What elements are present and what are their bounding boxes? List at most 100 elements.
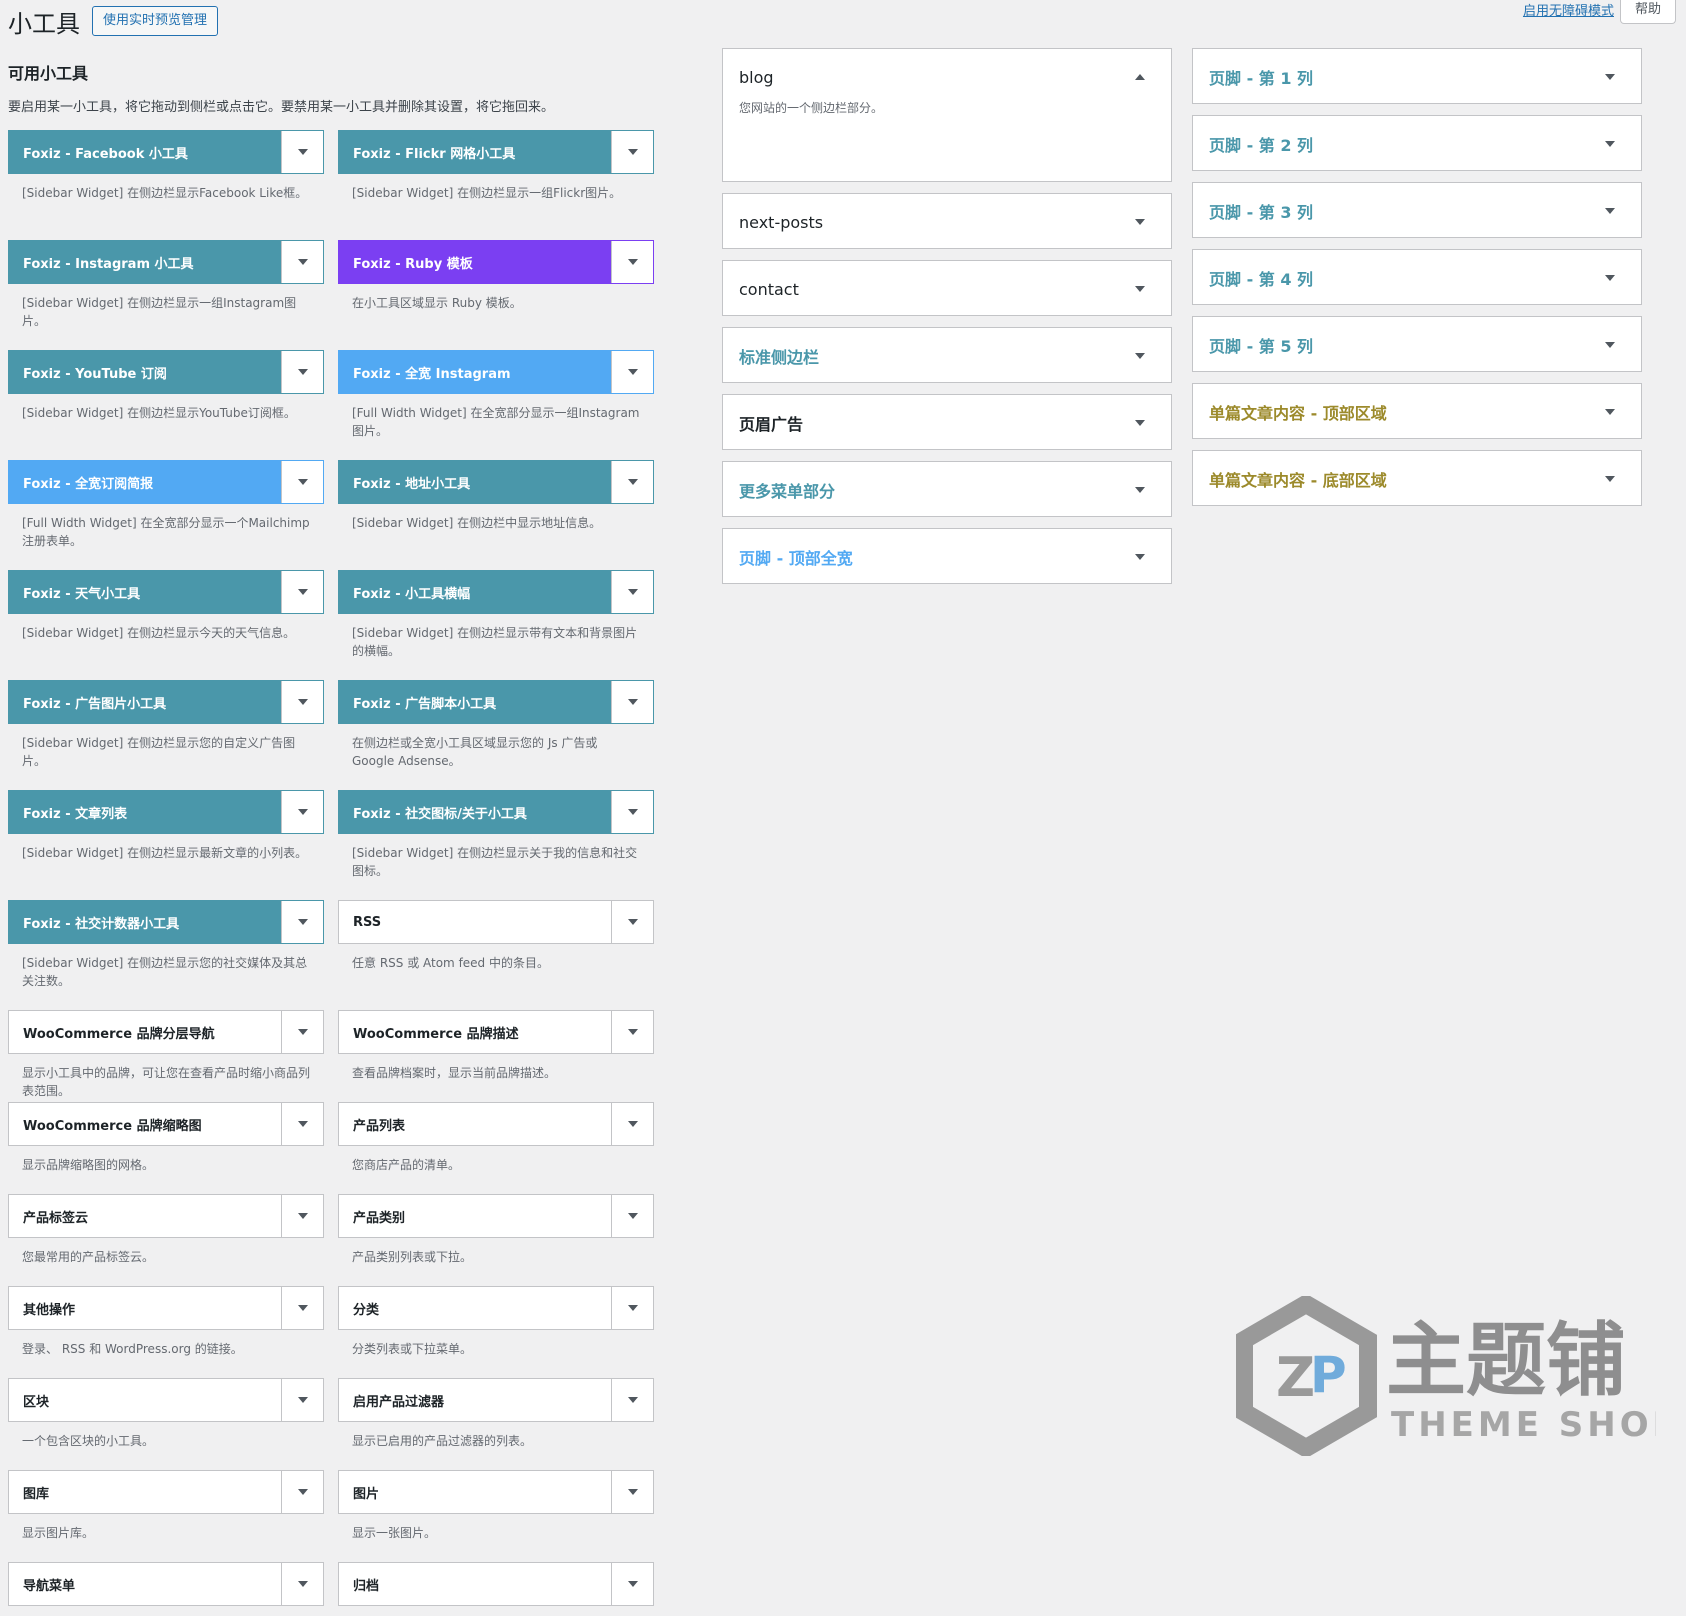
sidebar-header[interactable]: 页脚 - 第 5 列 xyxy=(1193,317,1641,373)
widget-title-bar[interactable]: Foxiz - 社交图标/关于小工具 xyxy=(338,790,654,834)
widget-title-bar[interactable]: 图片 xyxy=(338,1470,654,1514)
sidebar-header[interactable]: 页脚 - 第 4 列 xyxy=(1193,250,1641,306)
widget-item[interactable]: 图库 显示图片库。 xyxy=(8,1470,324,1542)
widget-title-bar[interactable]: WooCommerce 品牌描述 xyxy=(338,1010,654,1054)
widget-title-bar[interactable]: 产品类别 xyxy=(338,1194,654,1238)
widget-toggle-button[interactable] xyxy=(281,791,323,833)
widget-toggle-button[interactable] xyxy=(611,351,653,393)
widget-item[interactable]: RSS 任意 RSS 或 Atom feed 中的条目。 xyxy=(338,900,654,972)
sidebar-header[interactable]: 单篇文章内容 - 顶部区域 xyxy=(1193,384,1641,440)
sidebar-area[interactable]: 页脚 - 第 2 列 xyxy=(1192,115,1642,171)
widget-toggle-button[interactable] xyxy=(611,791,653,833)
widget-item[interactable]: 启用产品过滤器 显示已启用的产品过滤器的列表。 xyxy=(338,1378,654,1450)
widget-item[interactable]: 区块 一个包含区块的小工具。 xyxy=(8,1378,324,1450)
widget-item[interactable]: Foxiz - Instagram 小工具 [Sidebar Widget] 在侧… xyxy=(8,240,324,330)
sidebar-header[interactable]: next-posts xyxy=(723,194,1171,250)
widget-title-bar[interactable]: Foxiz - 天气小工具 xyxy=(8,570,324,614)
sidebar-toggle-button[interactable] xyxy=(1595,263,1625,293)
widget-item[interactable]: Foxiz - Ruby 模板 在小工具区域显示 Ruby 模板。 xyxy=(338,240,654,312)
widget-toggle-button[interactable] xyxy=(611,1103,653,1145)
sidebar-area[interactable]: 页脚 - 第 4 列 xyxy=(1192,249,1642,305)
widget-title-bar[interactable]: Foxiz - Ruby 模板 xyxy=(338,240,654,284)
widget-toggle-button[interactable] xyxy=(611,681,653,723)
sidebar-header[interactable]: 标准侧边栏 xyxy=(723,328,1171,384)
widget-toggle-button[interactable] xyxy=(611,131,653,173)
widget-toggle-button[interactable] xyxy=(281,241,323,283)
widget-toggle-button[interactable] xyxy=(281,571,323,613)
widget-title-bar[interactable]: 图库 xyxy=(8,1470,324,1514)
widget-item[interactable]: Foxiz - 广告图片小工具 [Sidebar Widget] 在侧边栏显示您的… xyxy=(8,680,324,770)
sidebar-area[interactable]: contact xyxy=(722,260,1172,316)
widget-item[interactable]: 导航菜单 xyxy=(8,1562,324,1616)
sidebar-header[interactable]: 页脚 - 第 1 列 xyxy=(1193,49,1641,105)
sidebar-area[interactable]: 更多菜单部分 xyxy=(722,461,1172,517)
sidebar-toggle-button[interactable] xyxy=(1595,464,1625,494)
widget-item[interactable]: Foxiz - 社交计数器小工具 [Sidebar Widget] 在侧边栏显示您… xyxy=(8,900,324,990)
widget-toggle-button[interactable] xyxy=(611,1563,653,1605)
widget-toggle-button[interactable] xyxy=(611,241,653,283)
sidebar-area[interactable]: 页脚 - 第 1 列 xyxy=(1192,48,1642,104)
sidebar-area[interactable]: 标准侧边栏 xyxy=(722,327,1172,383)
widget-item[interactable]: Foxiz - 天气小工具 [Sidebar Widget] 在侧边栏显示今天的天… xyxy=(8,570,324,642)
widget-item[interactable]: 其他操作 登录、 RSS 和 WordPress.org 的链接。 xyxy=(8,1286,324,1358)
widget-toggle-button[interactable] xyxy=(281,351,323,393)
sidebar-toggle-button[interactable] xyxy=(1125,207,1155,237)
sidebar-area[interactable]: 单篇文章内容 - 底部区域 xyxy=(1192,450,1642,506)
sidebar-header[interactable]: 更多菜单部分 xyxy=(723,462,1171,518)
sidebar-toggle-button[interactable] xyxy=(1125,62,1155,92)
widget-title-bar[interactable]: Foxiz - 全宽 Instagram xyxy=(338,350,654,394)
sidebar-toggle-button[interactable] xyxy=(1595,330,1625,360)
widget-toggle-button[interactable] xyxy=(281,1471,323,1513)
widget-title-bar[interactable]: WooCommerce 品牌缩略图 xyxy=(8,1102,324,1146)
widget-title-bar[interactable]: Foxiz - Instagram 小工具 xyxy=(8,240,324,284)
widget-title-bar[interactable]: 导航菜单 xyxy=(8,1562,324,1606)
sidebar-toggle-button[interactable] xyxy=(1125,341,1155,371)
widget-title-bar[interactable]: 启用产品过滤器 xyxy=(338,1378,654,1422)
widget-toggle-button[interactable] xyxy=(611,1471,653,1513)
sidebar-toggle-button[interactable] xyxy=(1595,397,1625,427)
widget-item[interactable]: 产品类别 产品类别列表或下拉。 xyxy=(338,1194,654,1266)
sidebar-header[interactable]: blog xyxy=(723,49,1171,105)
widget-toggle-button[interactable] xyxy=(611,1287,653,1329)
widget-toggle-button[interactable] xyxy=(281,1195,323,1237)
sidebar-toggle-button[interactable] xyxy=(1125,408,1155,438)
widget-title-bar[interactable]: Foxiz - 文章列表 xyxy=(8,790,324,834)
widget-toggle-button[interactable] xyxy=(281,681,323,723)
widget-toggle-button[interactable] xyxy=(281,1103,323,1145)
sidebar-header[interactable]: 页脚 - 顶部全宽 xyxy=(723,529,1171,585)
accessibility-mode-link[interactable]: 启用无障碍模式 xyxy=(1523,0,1614,19)
widget-item[interactable]: WooCommerce 品牌描述 查看品牌档案时，显示当前品牌描述。 xyxy=(338,1010,654,1082)
widget-toggle-button[interactable] xyxy=(611,1379,653,1421)
widget-item[interactable]: 产品列表 您商店产品的清单。 xyxy=(338,1102,654,1174)
widget-title-bar[interactable]: RSS xyxy=(338,900,654,944)
widget-item[interactable]: Foxiz - 小工具横幅 [Sidebar Widget] 在侧边栏显示带有文本… xyxy=(338,570,654,660)
widget-title-bar[interactable]: 归档 xyxy=(338,1562,654,1606)
widget-toggle-button[interactable] xyxy=(281,1011,323,1053)
widget-title-bar[interactable]: Foxiz - Facebook 小工具 xyxy=(8,130,324,174)
sidebar-area[interactable]: blog 您网站的一个侧边栏部分。 xyxy=(722,48,1172,182)
widget-toggle-button[interactable] xyxy=(281,1287,323,1329)
widget-item[interactable]: Foxiz - Flickr 网格小工具 [Sidebar Widget] 在侧边… xyxy=(338,130,654,202)
widget-title-bar[interactable]: 产品列表 xyxy=(338,1102,654,1146)
widget-title-bar[interactable]: 产品标签云 xyxy=(8,1194,324,1238)
widget-item[interactable]: Foxiz - 文章列表 [Sidebar Widget] 在侧边栏显示最新文章的… xyxy=(8,790,324,862)
sidebar-area[interactable]: 单篇文章内容 - 顶部区域 xyxy=(1192,383,1642,439)
widget-title-bar[interactable]: Foxiz - YouTube 订阅 xyxy=(8,350,324,394)
sidebar-header[interactable]: 单篇文章内容 - 底部区域 xyxy=(1193,451,1641,507)
sidebar-toggle-button[interactable] xyxy=(1595,129,1625,159)
widget-item[interactable]: Foxiz - 全宽 Instagram [Full Width Widget] … xyxy=(338,350,654,440)
widget-title-bar[interactable]: Foxiz - 地址小工具 xyxy=(338,460,654,504)
widget-item[interactable]: Foxiz - Facebook 小工具 [Sidebar Widget] 在侧边… xyxy=(8,130,324,202)
sidebar-header[interactable]: contact xyxy=(723,261,1171,317)
widget-title-bar[interactable]: 区块 xyxy=(8,1378,324,1422)
widget-title-bar[interactable]: 其他操作 xyxy=(8,1286,324,1330)
widget-title-bar[interactable]: WooCommerce 品牌分层导航 xyxy=(8,1010,324,1054)
widget-title-bar[interactable]: 分类 xyxy=(338,1286,654,1330)
widget-toggle-button[interactable] xyxy=(281,131,323,173)
sidebar-area[interactable]: 页脚 - 第 5 列 xyxy=(1192,316,1642,372)
widget-title-bar[interactable]: Foxiz - 社交计数器小工具 xyxy=(8,900,324,944)
widget-item[interactable]: 分类 分类列表或下拉菜单。 xyxy=(338,1286,654,1358)
sidebar-toggle-button[interactable] xyxy=(1125,542,1155,572)
sidebar-toggle-button[interactable] xyxy=(1595,196,1625,226)
sidebar-header[interactable]: 页脚 - 第 3 列 xyxy=(1193,183,1641,239)
